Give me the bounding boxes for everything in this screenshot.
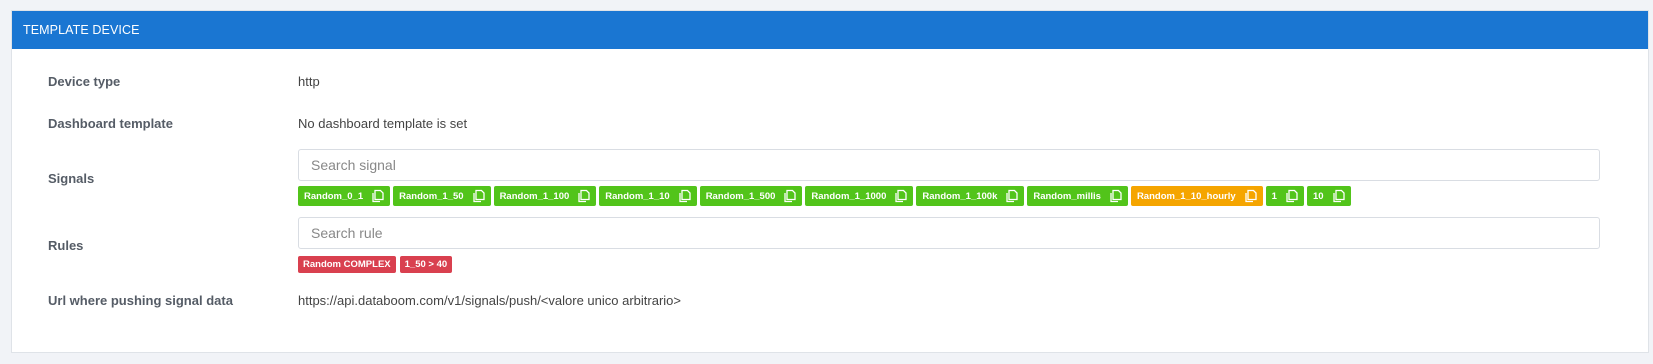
device-type-value: http (298, 74, 320, 89)
signal-tag[interactable]: 10 (1306, 186, 1351, 206)
signal-tag[interactable]: Random_0_1 (298, 186, 391, 206)
copy-icon[interactable] (1332, 189, 1346, 203)
copy-icon[interactable] (1285, 189, 1299, 203)
rule-tag-label: 1_50 > 40 (404, 259, 448, 270)
signal-tag[interactable]: Random_millis (1027, 186, 1128, 206)
copy-icon[interactable] (1244, 189, 1258, 203)
signal-tag-label: Random_1_10 (605, 190, 670, 202)
signal-tag-label: Random_1_100k (922, 190, 998, 202)
rule-search-input[interactable] (298, 217, 1600, 249)
rule-tag[interactable]: 1_50 > 40 (399, 256, 453, 273)
signal-tag-label: Random_millis (1033, 190, 1101, 202)
copy-icon[interactable] (783, 189, 797, 203)
copy-icon[interactable] (472, 189, 486, 203)
copy-icon[interactable] (577, 189, 591, 203)
signal-search-input[interactable] (298, 149, 1600, 181)
rule-tag[interactable]: Random COMPLEX (298, 256, 396, 273)
push-url-label: Url where pushing signal data (48, 293, 233, 308)
signal-tag-label: Random_1_500 (705, 190, 776, 202)
copy-icon[interactable] (894, 189, 908, 203)
signal-tag[interactable]: Random_1_10 (599, 186, 697, 206)
signal-tag-label: 10 (1312, 190, 1324, 202)
signal-tag[interactable]: Random_1_50 (393, 186, 491, 206)
dashboard-template-value: No dashboard template is set (298, 116, 468, 131)
signal-tag-label: Random_1_50 (399, 190, 464, 202)
signal-tag-label: 1 (1271, 190, 1277, 202)
template-device-panel: TEMPLATE DEVICE Device type http Dashboa… (11, 10, 1649, 353)
push-url-value: https://api.databoom.com/v1/signals/push… (298, 293, 681, 308)
signal-tag[interactable]: 1 (1265, 186, 1304, 206)
copy-icon[interactable] (1005, 189, 1019, 203)
device-type-label: Device type (48, 74, 121, 89)
rule-tag-label: Random COMPLEX (303, 259, 391, 270)
signal-tag[interactable]: Random_1_10_hourly (1130, 186, 1263, 206)
copy-icon[interactable] (1109, 189, 1123, 203)
signal-tag-label: Random_1_10_hourly (1136, 190, 1236, 202)
dashboard-template-label: Dashboard template (48, 116, 173, 131)
signal-tag[interactable]: Random_1_1000 (805, 186, 914, 206)
signal-tag-label: Random_1_1000 (811, 190, 887, 202)
copy-icon[interactable] (371, 189, 385, 203)
panel-title: TEMPLATE DEVICE (12, 11, 1648, 49)
rules-label: Rules (48, 238, 84, 253)
signal-tag[interactable]: Random_1_100k (916, 186, 1025, 206)
signal-tag-label: Random_1_100 (499, 190, 570, 202)
rule-tag-list: Random COMPLEX 1_50 > 40 (298, 256, 453, 273)
signal-tag[interactable]: Random_1_500 (699, 186, 803, 206)
signal-tag-list: Random_0_1 Random_1_50 Random_1_100 Random_… (298, 186, 1351, 206)
signal-tag[interactable]: Random_1_100 (493, 186, 597, 206)
signals-label: Signals (48, 171, 95, 186)
copy-icon[interactable] (678, 189, 692, 203)
signal-tag-label: Random_0_1 (304, 190, 364, 202)
